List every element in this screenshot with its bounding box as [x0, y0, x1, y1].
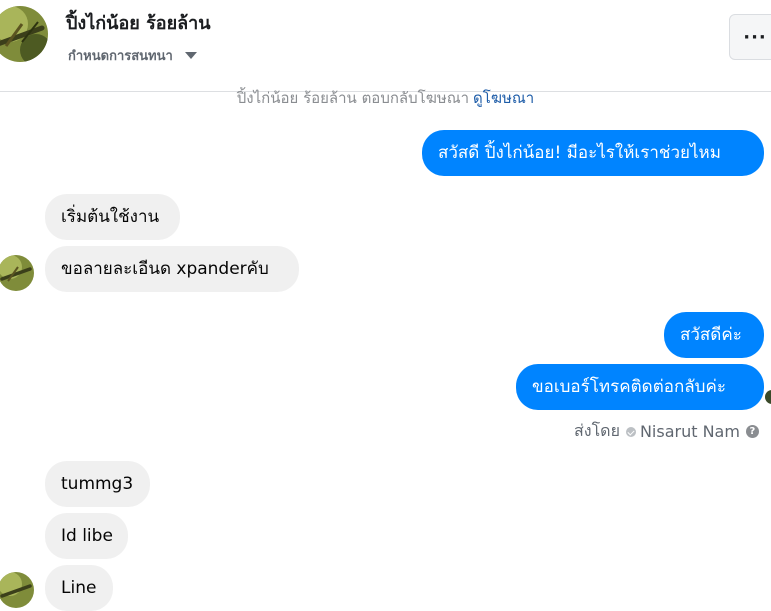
- outgoing-message: สวัสดี ปิ้งไก่น้อย! มีอะไรให้เราช่วยไหม: [422, 130, 764, 176]
- outgoing-message: ขอเบอร์โทรคติดต่อกลับค่ะ: [516, 364, 764, 410]
- incoming-message: Id libe: [45, 513, 128, 559]
- grasshopper-avatar-icon: [0, 255, 34, 291]
- grasshopper-avatar-icon: [0, 6, 48, 62]
- contact-avatar[interactable]: [0, 6, 48, 62]
- grasshopper-avatar-icon: [0, 572, 34, 608]
- incoming-message: Line: [45, 565, 113, 611]
- sent-by-name: Nisarut Nam: [639, 422, 740, 441]
- incoming-message: ขอลายละเอีนด xpanderคับ: [45, 246, 299, 292]
- check-circle-icon: [625, 426, 636, 437]
- sent-by-prefix: ส่งโดย: [574, 421, 620, 440]
- contact-name[interactable]: ปิ้งไก่น้อย ร้อยล้าน: [66, 8, 211, 37]
- sender-avatar: [0, 255, 34, 291]
- conversation-settings-dropdown[interactable]: กำหนดการสนทนา: [68, 45, 197, 66]
- sent-by-info: ส่งโดย Nisarut Nam ?: [574, 419, 759, 444]
- caret-down-icon: [184, 52, 197, 59]
- more-options-button[interactable]: ···: [729, 14, 771, 60]
- conversation-header: ปิ้งไก่น้อย ร้อยล้าน กำหนดการสนทนา ···: [0, 0, 771, 92]
- ad-reply-text: ปิ้งไก่น้อย ร้อยล้าน ตอบกลับโฆษณา: [236, 89, 470, 107]
- incoming-message: เริ่มต้นใช้งาน: [45, 194, 180, 240]
- incoming-message: tummg3: [45, 461, 150, 507]
- view-ad-link[interactable]: ดูโฆษณา: [473, 89, 534, 107]
- question-circle-icon[interactable]: ?: [745, 425, 759, 438]
- sender-avatar: [0, 572, 34, 608]
- outgoing-message: สวัสดีค่ะ: [664, 312, 764, 358]
- seen-avatar-icon: [765, 390, 771, 404]
- ad-reply-notice: ปิ้งไก่น้อย ร้อยล้าน ตอบกลับโฆษณา ดูโฆษณา: [0, 86, 771, 110]
- conversation-settings-label: กำหนดการสนทนา: [68, 49, 173, 64]
